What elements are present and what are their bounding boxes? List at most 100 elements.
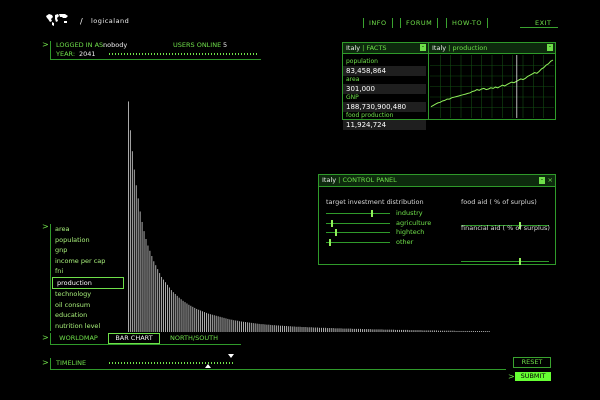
bar — [309, 327, 311, 332]
bar — [141, 221, 143, 332]
bar — [143, 231, 145, 332]
bar — [406, 329, 408, 332]
bar — [416, 330, 418, 332]
bar — [358, 328, 359, 332]
bar — [434, 330, 436, 332]
indicator-menu: area population gnp income per cap fni p… — [50, 224, 131, 331]
bar — [424, 330, 426, 332]
timeline-current-marker-icon[interactable] — [205, 364, 211, 368]
info-link[interactable]: INFO — [363, 18, 393, 28]
bar — [381, 329, 383, 332]
bar — [237, 320, 239, 332]
bar — [180, 299, 182, 332]
bar — [186, 303, 188, 332]
production-minimize-icon[interactable]: - — [547, 44, 553, 51]
facts-header: Italy | FACTS — [343, 43, 428, 54]
bar — [373, 329, 375, 332]
bar — [338, 328, 340, 332]
slash-divider: / — [80, 17, 83, 26]
slider-handle[interactable] — [519, 257, 521, 265]
howto-link[interactable]: HOW-TO — [446, 18, 489, 28]
bar — [377, 329, 379, 332]
bar — [399, 329, 400, 332]
bar — [268, 324, 270, 332]
bar — [227, 318, 229, 332]
bar — [305, 327, 307, 332]
bar — [397, 329, 398, 332]
bar — [346, 328, 348, 332]
menu-item-production[interactable]: production — [52, 276, 124, 289]
bar — [260, 324, 262, 332]
year-progress-dots — [109, 53, 259, 55]
control-close-icon[interactable]: × — [548, 176, 553, 184]
bar — [362, 329, 363, 332]
bar — [307, 327, 309, 332]
control-minimize-icon[interactable]: - — [539, 177, 545, 184]
bar — [163, 279, 164, 332]
timeline-end-marker-icon[interactable] — [228, 354, 234, 358]
bar — [139, 211, 141, 332]
tab-north-south[interactable]: NORTH/SOUTH — [167, 333, 221, 343]
year-label: YEAR: — [56, 50, 76, 58]
status-panel: LOGGED IN AS: nobody USERS ONLINE 5 YEAR… — [50, 41, 261, 60]
bar — [221, 317, 223, 332]
bar — [206, 312, 207, 332]
menu-item-fni[interactable]: fni — [51, 266, 131, 277]
menu-item-education[interactable]: education — [51, 310, 131, 321]
bar — [272, 325, 274, 332]
menu-item-gnp[interactable]: gnp — [51, 245, 131, 256]
logged-in-user: nobody — [103, 41, 128, 49]
bar — [326, 328, 328, 332]
bar — [369, 329, 371, 332]
info-link-label: INFO — [369, 19, 387, 27]
bar — [161, 276, 163, 332]
bar — [323, 327, 324, 332]
bar — [299, 326, 301, 332]
users-online-count: 5 — [223, 41, 228, 49]
tab-bar-chart[interactable]: BAR CHART — [108, 333, 160, 344]
submit-button[interactable]: SUBMIT — [515, 372, 551, 381]
bar — [342, 328, 344, 332]
reset-button[interactable]: RESET — [513, 357, 551, 368]
bar — [147, 245, 149, 332]
bar — [246, 322, 248, 332]
bar — [151, 256, 153, 332]
bar — [256, 323, 258, 332]
forum-link[interactable]: FORUM — [400, 18, 439, 28]
facts-minimize-icon[interactable]: - — [420, 44, 426, 51]
year-value: 2041 — [79, 50, 96, 58]
bar — [184, 302, 186, 332]
bar — [211, 314, 213, 332]
bar — [225, 318, 227, 332]
bar — [194, 307, 196, 332]
bar — [469, 330, 471, 332]
bar — [385, 329, 387, 332]
menu-item-income-per-cap[interactable]: income per cap — [51, 256, 131, 267]
bar — [145, 238, 147, 332]
bar — [217, 316, 219, 332]
bar — [336, 328, 338, 332]
menu-item-area[interactable]: area — [51, 224, 131, 235]
bar — [258, 323, 260, 332]
bar — [243, 321, 244, 332]
bar — [375, 329, 377, 332]
bar — [463, 330, 465, 332]
bar — [428, 330, 430, 332]
app-logo — [45, 13, 69, 27]
menu-item-oil-consum[interactable]: oil consum — [51, 300, 131, 311]
bar — [455, 330, 457, 332]
bar — [213, 315, 215, 332]
menu-item-population[interactable]: population — [51, 235, 131, 246]
logged-in-label: LOGGED IN AS: — [56, 41, 106, 49]
bar — [229, 319, 231, 332]
timeline-track[interactable] — [109, 362, 235, 364]
bar — [167, 284, 168, 332]
bar — [449, 330, 451, 332]
tab-worldmap[interactable]: WORLDMAP — [56, 333, 101, 343]
menu-item-technology[interactable]: technology — [51, 289, 131, 300]
bar — [157, 269, 159, 332]
bar — [202, 311, 203, 332]
exit-underline — [520, 27, 558, 28]
bar — [432, 330, 434, 332]
menu-item-nutrition-level[interactable]: nutrition level — [51, 321, 131, 332]
